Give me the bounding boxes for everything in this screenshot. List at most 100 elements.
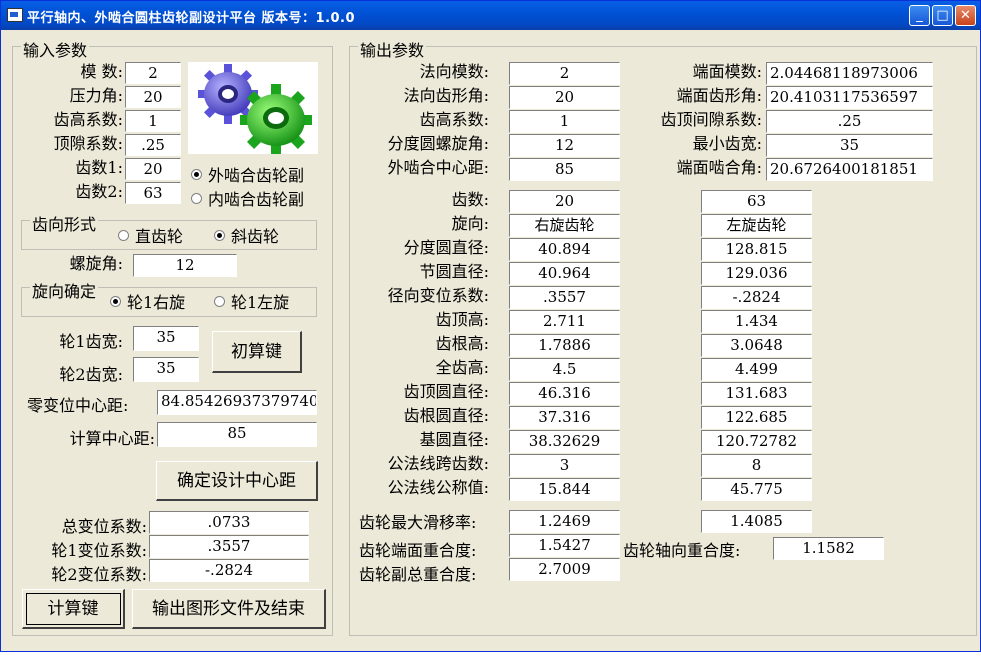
confirm-center-button[interactable]: 确定设计中心距 — [156, 461, 318, 501]
max-slide-g1-output[interactable]: 1.2469 — [509, 510, 620, 533]
total-shift-input[interactable]: .0733 — [149, 511, 309, 534]
total-contact-label: 齿轮副总重合度: — [359, 565, 477, 584]
transverse-mesh-output[interactable]: 20.6726400181851 — [766, 158, 933, 181]
minimize-button[interactable]: _ — [909, 5, 930, 26]
tip-clearance-output[interactable]: .25 — [766, 110, 933, 133]
gear1-value[interactable]: 15.844 — [509, 478, 620, 501]
gear2-value[interactable]: 3.0648 — [701, 334, 812, 357]
gear2-value[interactable]: 129.036 — [701, 262, 812, 285]
gear1-value[interactable]: 右旋齿轮 — [509, 214, 620, 237]
gear-row-label: 公法线公称值: — [387, 478, 489, 497]
calc-button[interactable]: 计算键 — [22, 589, 125, 629]
ref-helix-output[interactable]: 12 — [509, 134, 620, 157]
teeth2-input[interactable]: 63 — [125, 182, 181, 204]
gear1-value[interactable]: 38.32629 — [509, 430, 620, 453]
gear1-value[interactable]: 3 — [509, 454, 620, 477]
pressure-angle-input[interactable]: 20 — [125, 86, 181, 108]
gear1-value[interactable]: 4.5 — [509, 358, 620, 381]
gear-row-label: 径向变位系数: — [387, 286, 489, 305]
ext-center-label: 外啮合中心距: — [387, 158, 489, 177]
addendum-coef-label: 齿高系数: — [53, 110, 123, 129]
width1-label: 轮1齿宽: — [59, 332, 123, 351]
pressure-angle-label: 压力角: — [69, 86, 123, 105]
radio-selected-icon — [110, 296, 121, 307]
gear-row-label: 基圆直径: — [419, 430, 489, 449]
calc-center-label: 计算中心距: — [69, 429, 155, 448]
title-bar[interactable]: 平行轴内、外啮合圆柱齿轮副设计平台 版本号：1.0.0 _ □ ✕ — [1, 1, 980, 30]
gear2-value[interactable]: 128.815 — [701, 238, 812, 261]
external-mesh-label: 外啮合齿轮副 — [208, 166, 305, 185]
gear2-value[interactable]: 45.775 — [701, 478, 812, 501]
transverse-contact-output[interactable]: 1.5427 — [509, 534, 620, 557]
gear1-value[interactable]: 40.894 — [509, 238, 620, 261]
gear-row-label: 节圆直径: — [419, 262, 489, 281]
ext-center-output[interactable]: 85 — [509, 158, 620, 181]
spur-radio[interactable]: 直齿轮 — [118, 227, 183, 247]
teeth1-input[interactable]: 20 — [125, 158, 181, 180]
normal-profile-output[interactable]: 20 — [509, 86, 620, 109]
external-mesh-radio[interactable]: 外啮合齿轮副 — [191, 166, 304, 186]
initial-calc-button[interactable]: 初算键 — [212, 331, 302, 373]
output-button[interactable]: 输出图形文件及结束 — [132, 589, 326, 629]
radio-empty-icon — [191, 193, 202, 204]
helical-radio[interactable]: 斜齿轮 — [214, 227, 279, 247]
transverse-profile-label: 端面齿形角: — [676, 86, 762, 105]
min-width-output[interactable]: 35 — [766, 134, 933, 157]
window-title: 平行轴内、外啮合圆柱齿轮副设计平台 版本号：1.0.0 — [27, 11, 356, 26]
width2-input[interactable]: 35 — [133, 357, 199, 382]
width2-label: 轮2齿宽: — [59, 365, 123, 384]
taskbar-strip — [0, 652, 981, 660]
gear1-value[interactable]: 20 — [509, 190, 620, 213]
gear2-value[interactable]: 122.685 — [701, 406, 812, 429]
gear-row-label: 齿顶高: — [435, 310, 489, 329]
gear-row-label: 旋向: — [451, 214, 489, 233]
gear-row-label: 公法线跨齿数: — [387, 454, 489, 473]
gear2-value[interactable]: -.2824 — [701, 286, 812, 309]
gear2-value[interactable]: 左旋齿轮 — [701, 214, 812, 237]
normal-module-output[interactable]: 2 — [509, 62, 620, 85]
max-slide-g2-output[interactable]: 1.4085 — [701, 510, 812, 533]
transverse-profile-output[interactable]: 20.4103117536597 — [766, 86, 933, 109]
clearance-coef-label: 顶隙系数: — [53, 134, 123, 153]
gear2-value[interactable]: 63 — [701, 190, 812, 213]
gear1-value[interactable]: 46.316 — [509, 382, 620, 405]
gear1-left-label: 轮1左旋 — [231, 293, 290, 312]
gear1-left-radio[interactable]: 轮1左旋 — [214, 293, 289, 313]
gear2-value[interactable]: 1.434 — [701, 310, 812, 333]
spur-label: 直齿轮 — [135, 227, 184, 246]
helix-angle-label: 螺旋角: — [69, 254, 123, 273]
module-input[interactable]: 2 — [125, 62, 181, 84]
clearance-coef-input[interactable]: .25 — [125, 134, 181, 156]
gear1-value[interactable]: 40.964 — [509, 262, 620, 285]
axial-contact-output[interactable]: 1.1582 — [773, 537, 884, 560]
gear1-value[interactable]: .3557 — [509, 286, 620, 309]
gear2-value[interactable]: 4.499 — [701, 358, 812, 381]
shift2-input[interactable]: -.2824 — [149, 559, 309, 582]
width1-input[interactable]: 35 — [133, 326, 199, 351]
helix-angle-input[interactable]: 12 — [133, 254, 237, 277]
gear1-value[interactable]: 37.316 — [509, 406, 620, 429]
gear-row-label: 全齿高: — [435, 358, 489, 377]
internal-mesh-radio[interactable]: 内啮合齿轮副 — [191, 190, 304, 210]
gear1-right-label: 轮1右旋 — [127, 293, 186, 312]
radio-selected-icon — [191, 169, 202, 180]
gear1-value[interactable]: 2.711 — [509, 310, 620, 333]
maximize-button[interactable]: □ — [932, 5, 953, 26]
helical-label: 斜齿轮 — [231, 227, 280, 246]
gear1-right-radio[interactable]: 轮1右旋 — [110, 293, 185, 313]
gear2-value[interactable]: 131.683 — [701, 382, 812, 405]
total-contact-output[interactable]: 2.7009 — [509, 558, 620, 581]
gears-icon — [198, 64, 312, 154]
close-button[interactable]: ✕ — [955, 5, 976, 26]
calc-center-input[interactable]: 85 — [157, 422, 317, 447]
transverse-module-output[interactable]: 2.04468118973006 — [766, 62, 933, 85]
gear2-value[interactable]: 120.72782 — [701, 430, 812, 453]
addendum-coef-input[interactable]: 1 — [125, 110, 181, 132]
gear-row-label: 齿数: — [451, 190, 489, 209]
gear2-value[interactable]: 8 — [701, 454, 812, 477]
zero-shift-center-input[interactable]: 84.85426937379740 — [157, 390, 317, 415]
shift1-input[interactable]: .3557 — [149, 535, 309, 558]
internal-mesh-label: 内啮合齿轮副 — [208, 190, 305, 209]
out-addendum-coef-output[interactable]: 1 — [509, 110, 620, 133]
gear1-value[interactable]: 1.7886 — [509, 334, 620, 357]
